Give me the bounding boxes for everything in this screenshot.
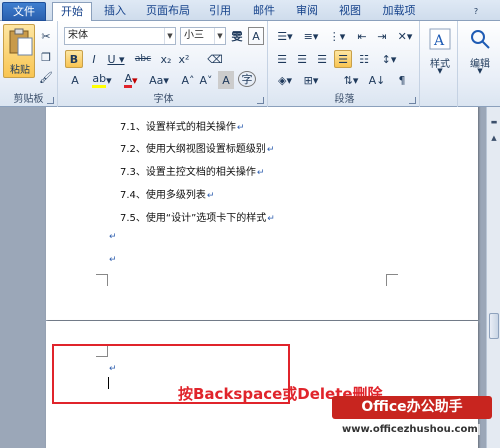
sort-az-icon[interactable]: A↓: [368, 71, 386, 89]
styles-group: A 样式 ▼: [422, 21, 458, 107]
justify-icon[interactable]: ☰: [334, 50, 352, 68]
char-shading-icon[interactable]: A: [218, 71, 234, 89]
paragraph-group: ☰▾ ≡▾ ⋮▾ ⇤ ⇥ ✕▾ ☰ ☰ ☰ ☰ ☷ ↕▾ ◈▾ ⊞▾ ⇅▾ A↓…: [270, 21, 420, 107]
align-center-icon[interactable]: ☰: [294, 50, 310, 68]
tab-page-layout[interactable]: 页面布局: [140, 2, 196, 21]
ribbon-tab-bar: 文件 开始 插入 页面布局 引用 邮件 审阅 视图 加载项 ?: [0, 0, 500, 22]
superscript-button[interactable]: x²: [176, 50, 192, 68]
clipboard-group: 粘贴 ✂ ❐ 🖌 剪贴板: [0, 21, 58, 107]
grow-font-icon[interactable]: A˄: [180, 71, 196, 89]
sort-icon[interactable]: ⇅▾: [340, 71, 362, 89]
numbering-icon[interactable]: ≡▾: [300, 27, 322, 45]
chinese-layout-icon[interactable]: ✕▾: [396, 27, 414, 45]
font-name-value: 宋体: [68, 30, 88, 41]
tab-file[interactable]: 文件: [2, 2, 46, 21]
scroll-thumb[interactable]: [489, 313, 499, 339]
line-spacing-icon[interactable]: ↕▾: [378, 50, 400, 68]
ruler-toggle-icon[interactable]: ▬: [488, 115, 500, 129]
change-case-icon[interactable]: Aa▾: [146, 71, 172, 89]
increase-indent-icon[interactable]: ⇥: [374, 27, 390, 45]
crop-mark: [386, 274, 398, 286]
svg-text:A: A: [433, 33, 445, 49]
page-1[interactable]: 7.1、设置样式的相关操作↵ 7.2、使用大纲视图设置标题级别↵ 7.3、设置主…: [46, 107, 478, 320]
font-size-value: 小三: [184, 30, 204, 41]
text-effects-icon[interactable]: A: [65, 71, 85, 89]
phonetic-guide-icon[interactable]: 雯: [228, 27, 246, 45]
watermark-logo: Office办公助手: [332, 396, 492, 419]
scroll-up-icon[interactable]: ▲: [488, 131, 500, 145]
font-size-combo[interactable]: 小三 ▼: [180, 27, 226, 45]
copy-icon[interactable]: ❐: [38, 48, 54, 66]
paste-button[interactable]: 粘贴: [3, 24, 35, 78]
enclose-char-icon[interactable]: 字: [238, 71, 256, 87]
tab-view[interactable]: 视图: [333, 2, 367, 21]
align-left-icon[interactable]: ☰: [274, 50, 290, 68]
find-icon: [471, 30, 490, 49]
toc-line[interactable]: 7.2、使用大纲视图设置标题级别↵: [120, 140, 274, 155]
shading-icon[interactable]: ◈▾: [274, 71, 296, 89]
chevron-down-icon[interactable]: ▼: [214, 28, 225, 44]
paragraph-mark: ↵: [109, 255, 117, 265]
styles-button[interactable]: A 样式 ▼: [426, 27, 454, 79]
editing-group: 编辑 ▼: [460, 21, 500, 107]
font-color-icon[interactable]: A ▾: [120, 71, 142, 89]
clipboard-launcher-icon[interactable]: [47, 97, 54, 104]
subscript-button[interactable]: x₂: [158, 50, 174, 68]
toc-line[interactable]: 7.1、设置样式的相关操作↵: [120, 118, 244, 133]
paste-label: 粘贴: [10, 65, 30, 76]
strikethrough-button[interactable]: abc: [130, 50, 156, 68]
bullets-icon[interactable]: ☰▾: [274, 27, 296, 45]
borders-icon[interactable]: ⊞▾: [300, 71, 322, 89]
ribbon: 粘贴 ✂ ❐ 🖌 剪贴板 宋体 ▼ 小三 ▼ 雯 A B I U ▾ abc x…: [0, 21, 500, 107]
tab-references[interactable]: 引用: [203, 2, 237, 21]
toc-line[interactable]: 7.5、使用“设计”选项卡下的样式↵: [120, 209, 275, 224]
help-icon[interactable]: ?: [470, 2, 482, 20]
cut-icon[interactable]: ✂: [38, 27, 54, 45]
tab-mailings[interactable]: 邮件: [247, 2, 281, 21]
crop-mark: [96, 274, 108, 286]
distributed-icon[interactable]: ☷: [356, 50, 372, 68]
char-border-icon[interactable]: A: [248, 27, 264, 45]
underline-button[interactable]: U ▾: [105, 50, 127, 68]
font-group-label: 字体: [153, 94, 174, 105]
align-right-icon[interactable]: ☰: [314, 50, 330, 68]
decrease-indent-icon[interactable]: ⇤: [354, 27, 370, 45]
paste-icon: [9, 28, 33, 56]
tab-home[interactable]: 开始: [52, 2, 92, 22]
font-group: 宋体 ▼ 小三 ▼ 雯 A B I U ▾ abc x₂ x² ⌫ A ab ▾ …: [60, 21, 268, 107]
paragraph-group-label: 段落: [334, 94, 355, 105]
chevron-down-icon: ▼: [477, 67, 483, 75]
multilevel-list-icon[interactable]: ⋮▾: [326, 27, 348, 45]
toc-line[interactable]: 7.4、使用多级列表↵: [120, 186, 214, 201]
bold-button[interactable]: B: [65, 50, 83, 68]
paragraph-mark: ↵: [109, 232, 117, 242]
styles-icon: A: [429, 28, 451, 50]
tab-review[interactable]: 审阅: [290, 2, 324, 21]
watermark-url: www.officezhushou.com: [340, 424, 480, 435]
show-marks-icon[interactable]: ¶: [394, 71, 410, 89]
italic-button[interactable]: I: [86, 50, 102, 68]
chevron-down-icon: ▼: [437, 67, 443, 75]
paragraph-launcher-icon[interactable]: [409, 97, 416, 104]
format-painter-icon[interactable]: 🖌: [38, 68, 54, 86]
shrink-font-icon[interactable]: A˅: [198, 71, 214, 89]
font-name-combo[interactable]: 宋体 ▼: [64, 27, 176, 45]
tab-addins[interactable]: 加载项: [376, 2, 422, 21]
toc-line[interactable]: 7.3、设置主控文档的相关操作↵: [120, 163, 264, 178]
tab-insert[interactable]: 插入: [98, 2, 132, 21]
chevron-down-icon[interactable]: ▼: [164, 28, 175, 44]
highlight-icon[interactable]: ab ▾: [90, 71, 114, 89]
clear-format-icon[interactable]: ⌫: [206, 50, 224, 68]
font-launcher-icon[interactable]: [257, 97, 264, 104]
editing-button[interactable]: 编辑 ▼: [464, 27, 496, 79]
